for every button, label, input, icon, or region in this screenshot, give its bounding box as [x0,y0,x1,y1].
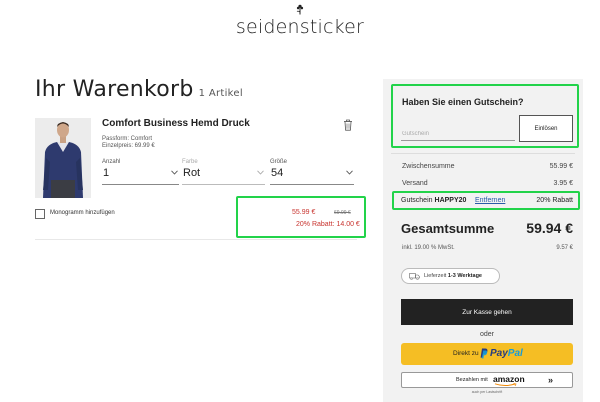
redeem-button[interactable]: Einlösen [519,115,573,142]
chevron-down-icon [346,170,353,175]
cart-item-count: 1 Artikel [198,88,243,99]
monogram-checkbox[interactable] [35,209,45,219]
chevron-down-icon [171,170,178,175]
cart-title-text: Ihr Warenkorb [35,77,194,102]
color-value: Rot [183,167,201,179]
delivery-days: 1-3 Werktage [447,273,482,279]
product-fit: Passform: Comfort [102,136,153,142]
product-unit-price: Einzelpreis: 69.99 € [102,143,155,149]
vat-label: inkl. 19.00 % MwSt. [402,245,455,251]
total-value: 59.94 € [526,220,573,236]
price-new: 55.99 € [292,209,316,216]
quantity-label: Anzahl [102,159,121,165]
amazon-prefix: Bezahlen mit [456,377,488,383]
paypal-icon [480,348,488,359]
shipping-label: Versand [402,180,428,187]
coupon-title: Haben Sie einen Gutschein? [402,97,524,107]
coupon-input[interactable] [401,117,515,141]
price-highlight-box [236,196,366,238]
summary-divider [391,153,575,154]
quantity-select[interactable]: 1 [102,166,179,185]
product-image[interactable] [35,118,91,198]
delivery-prefix: Lieferzeit [424,273,447,279]
or-separator: oder [479,331,494,338]
price-old: 69.99 € [334,210,351,216]
subtotal-value: 55.99 € [549,163,573,170]
brand-logo[interactable]: seidensticker [0,4,600,37]
chevron-down-icon [257,170,264,175]
amazon-pay-button[interactable]: Bezahlen mit amazon » [401,372,573,388]
checkout-button[interactable]: Zur Kasse gehen [401,299,573,325]
voucher-discount: 20% Rabatt [536,197,573,204]
total-label: Gesamtsumme [401,221,495,236]
chevron-right-icon: » [548,375,554,385]
flower-logo-icon [296,4,304,15]
amazon-subtext: auch per Lastschrift [471,390,503,394]
item-divider [35,239,357,240]
delivery-time-badge: Lieferzeit 1-3 Werktage [401,268,500,284]
paypal-prefix: Direkt zu [453,350,479,357]
monogram-label: Monogramm hinzufügen [50,210,115,216]
voucher-row-label: Gutschein HAPPY20 [401,197,466,204]
discount-line: 20% Rabatt: 14.00 € [296,221,360,228]
brand-name: seidensticker [235,16,365,38]
trash-icon[interactable] [343,119,353,131]
subtotal-label: Zwischensumme [402,163,455,170]
cart-title: Ihr Warenkorb 1 Artikel [35,77,243,102]
voucher-code: HAPPY20 [434,197,467,204]
paypal-logo-text: PayPal [490,348,523,359]
color-label: Farbe [182,159,198,165]
truck-icon [409,273,420,280]
color-select[interactable]: Rot [182,166,265,185]
paypal-word-pal: Pal [507,348,523,359]
product-photo [35,118,91,198]
size-label: Größe [270,159,288,165]
voucher-remove-link[interactable]: Entfernen [475,197,505,204]
size-select[interactable]: 54 [270,166,354,185]
voucher-label: Gutschein [401,197,433,204]
size-value: 54 [271,167,284,179]
paypal-word-pay: Pay [490,348,508,359]
vat-value: 9.57 € [556,245,573,251]
shipping-value: 3.95 € [553,180,573,187]
delivery-text: Lieferzeit 1-3 Werktage [424,273,482,279]
product-name[interactable]: Comfort Business Hemd Druck [102,118,250,129]
paypal-button[interactable]: Direkt zu PayPal [401,343,573,365]
amazon-smile-icon [494,383,517,387]
quantity-value: 1 [103,167,110,179]
